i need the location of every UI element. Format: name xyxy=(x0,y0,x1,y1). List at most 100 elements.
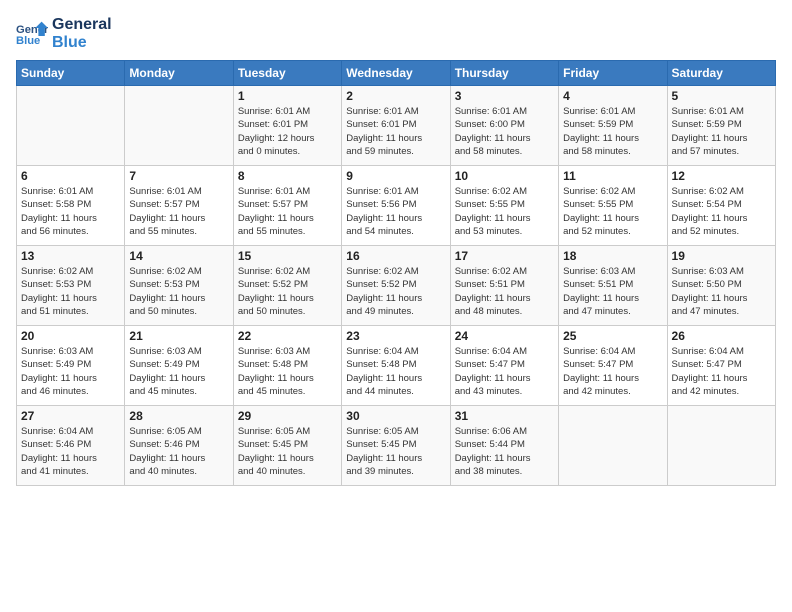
day-number: 27 xyxy=(21,409,120,423)
day-number: 18 xyxy=(563,249,662,263)
day-info: Sunrise: 6:04 AM Sunset: 5:47 PM Dayligh… xyxy=(563,345,662,398)
day-info: Sunrise: 6:02 AM Sunset: 5:53 PM Dayligh… xyxy=(129,265,228,318)
day-cell: 5 Sunrise: 6:01 AM Sunset: 5:59 PM Daylig… xyxy=(667,86,775,166)
day-info: Sunrise: 6:03 AM Sunset: 5:50 PM Dayligh… xyxy=(672,265,771,318)
day-info: Sunrise: 6:01 AM Sunset: 6:01 PM Dayligh… xyxy=(238,105,337,158)
day-number: 23 xyxy=(346,329,445,343)
calendar-body: 1 Sunrise: 6:01 AM Sunset: 6:01 PM Daylig… xyxy=(17,86,776,486)
day-info: Sunrise: 6:03 AM Sunset: 5:48 PM Dayligh… xyxy=(238,345,337,398)
day-cell: 26 Sunrise: 6:04 AM Sunset: 5:47 PM Dayli… xyxy=(667,326,775,406)
day-info: Sunrise: 6:02 AM Sunset: 5:51 PM Dayligh… xyxy=(455,265,554,318)
week-row-3: 13 Sunrise: 6:02 AM Sunset: 5:53 PM Dayli… xyxy=(17,246,776,326)
day-info: Sunrise: 6:03 AM Sunset: 5:51 PM Dayligh… xyxy=(563,265,662,318)
day-info: Sunrise: 6:02 AM Sunset: 5:53 PM Dayligh… xyxy=(21,265,120,318)
day-info: Sunrise: 6:01 AM Sunset: 6:00 PM Dayligh… xyxy=(455,105,554,158)
day-cell: 29 Sunrise: 6:05 AM Sunset: 5:45 PM Dayli… xyxy=(233,406,341,486)
day-number: 16 xyxy=(346,249,445,263)
col-header-thursday: Thursday xyxy=(450,61,558,86)
day-cell: 21 Sunrise: 6:03 AM Sunset: 5:49 PM Dayli… xyxy=(125,326,233,406)
day-number: 2 xyxy=(346,89,445,103)
day-number: 6 xyxy=(21,169,120,183)
day-info: Sunrise: 6:04 AM Sunset: 5:46 PM Dayligh… xyxy=(21,425,120,478)
day-cell: 7Sunrise: 6:01 AM Sunset: 5:57 PM Daylig… xyxy=(125,166,233,246)
day-number: 1 xyxy=(238,89,337,103)
day-info: Sunrise: 6:04 AM Sunset: 5:48 PM Dayligh… xyxy=(346,345,445,398)
day-cell: 15 Sunrise: 6:02 AM Sunset: 5:52 PM Dayli… xyxy=(233,246,341,326)
day-info: Sunrise: 6:01 AM Sunset: 5:57 PM Dayligh… xyxy=(238,185,337,238)
day-cell xyxy=(125,86,233,166)
day-number: 24 xyxy=(455,329,554,343)
day-cell: 27 Sunrise: 6:04 AM Sunset: 5:46 PM Dayli… xyxy=(17,406,125,486)
day-cell: 10 Sunrise: 6:02 AM Sunset: 5:55 PM Dayli… xyxy=(450,166,558,246)
day-number: 13 xyxy=(21,249,120,263)
day-cell: 25Sunrise: 6:04 AM Sunset: 5:47 PM Dayli… xyxy=(559,326,667,406)
day-cell: 17 Sunrise: 6:02 AM Sunset: 5:51 PM Dayli… xyxy=(450,246,558,326)
day-number: 15 xyxy=(238,249,337,263)
day-info: Sunrise: 6:03 AM Sunset: 5:49 PM Dayligh… xyxy=(21,345,120,398)
day-info: Sunrise: 6:02 AM Sunset: 5:52 PM Dayligh… xyxy=(238,265,337,318)
day-cell: 14 Sunrise: 6:02 AM Sunset: 5:53 PM Dayli… xyxy=(125,246,233,326)
day-cell: 30 Sunrise: 6:05 AM Sunset: 5:45 PM Dayli… xyxy=(342,406,450,486)
day-number: 11 xyxy=(563,169,662,183)
day-number: 8 xyxy=(238,169,337,183)
col-header-monday: Monday xyxy=(125,61,233,86)
day-info: Sunrise: 6:03 AM Sunset: 5:49 PM Dayligh… xyxy=(129,345,228,398)
day-cell: 23 Sunrise: 6:04 AM Sunset: 5:48 PM Dayli… xyxy=(342,326,450,406)
day-info: Sunrise: 6:02 AM Sunset: 5:55 PM Dayligh… xyxy=(563,185,662,238)
day-number: 5 xyxy=(672,89,771,103)
day-cell xyxy=(17,86,125,166)
col-header-wednesday: Wednesday xyxy=(342,61,450,86)
day-cell: 12 Sunrise: 6:02 AM Sunset: 5:54 PM Dayli… xyxy=(667,166,775,246)
day-number: 4 xyxy=(563,89,662,103)
col-header-sunday: Sunday xyxy=(17,61,125,86)
col-header-tuesday: Tuesday xyxy=(233,61,341,86)
day-info: Sunrise: 6:04 AM Sunset: 5:47 PM Dayligh… xyxy=(455,345,554,398)
day-number: 3 xyxy=(455,89,554,103)
day-cell: 22 Sunrise: 6:03 AM Sunset: 5:48 PM Dayli… xyxy=(233,326,341,406)
day-cell: 28Sunrise: 6:05 AM Sunset: 5:46 PM Dayli… xyxy=(125,406,233,486)
day-info: Sunrise: 6:01 AM Sunset: 5:56 PM Dayligh… xyxy=(346,185,445,238)
logo-text: GeneralBlue xyxy=(52,16,112,52)
day-info: Sunrise: 6:05 AM Sunset: 5:45 PM Dayligh… xyxy=(346,425,445,478)
day-cell: 19 Sunrise: 6:03 AM Sunset: 5:50 PM Dayli… xyxy=(667,246,775,326)
day-info: Sunrise: 6:01 AM Sunset: 5:59 PM Dayligh… xyxy=(672,105,771,158)
day-number: 14 xyxy=(129,249,228,263)
logo: General Blue GeneralBlue xyxy=(16,16,112,52)
week-row-5: 27 Sunrise: 6:04 AM Sunset: 5:46 PM Dayli… xyxy=(17,406,776,486)
day-number: 17 xyxy=(455,249,554,263)
day-number: 22 xyxy=(238,329,337,343)
day-info: Sunrise: 6:05 AM Sunset: 5:45 PM Dayligh… xyxy=(238,425,337,478)
day-number: 21 xyxy=(129,329,228,343)
logo-icon: General Blue xyxy=(16,20,48,48)
col-header-friday: Friday xyxy=(559,61,667,86)
day-cell: 18 Sunrise: 6:03 AM Sunset: 5:51 PM Dayli… xyxy=(559,246,667,326)
day-info: Sunrise: 6:05 AM Sunset: 5:46 PM Dayligh… xyxy=(129,425,228,478)
day-number: 29 xyxy=(238,409,337,423)
day-number: 19 xyxy=(672,249,771,263)
day-number: 12 xyxy=(672,169,771,183)
day-number: 30 xyxy=(346,409,445,423)
day-number: 10 xyxy=(455,169,554,183)
col-header-saturday: Saturday xyxy=(667,61,775,86)
calendar-header: SundayMondayTuesdayWednesdayThursdayFrid… xyxy=(17,61,776,86)
day-info: Sunrise: 6:01 AM Sunset: 6:01 PM Dayligh… xyxy=(346,105,445,158)
week-row-2: 6 Sunrise: 6:01 AM Sunset: 5:58 PM Daylig… xyxy=(17,166,776,246)
day-info: Sunrise: 6:04 AM Sunset: 5:47 PM Dayligh… xyxy=(672,345,771,398)
day-cell: 2 Sunrise: 6:01 AM Sunset: 6:01 PM Daylig… xyxy=(342,86,450,166)
header-row: SundayMondayTuesdayWednesdayThursdayFrid… xyxy=(17,61,776,86)
day-cell: 1 Sunrise: 6:01 AM Sunset: 6:01 PM Daylig… xyxy=(233,86,341,166)
svg-text:Blue: Blue xyxy=(16,35,40,47)
day-cell: 6 Sunrise: 6:01 AM Sunset: 5:58 PM Daylig… xyxy=(17,166,125,246)
day-info: Sunrise: 6:02 AM Sunset: 5:55 PM Dayligh… xyxy=(455,185,554,238)
day-number: 7 xyxy=(129,169,228,183)
day-number: 20 xyxy=(21,329,120,343)
day-number: 31 xyxy=(455,409,554,423)
calendar-table: SundayMondayTuesdayWednesdayThursdayFrid… xyxy=(16,60,776,486)
day-cell: 11 Sunrise: 6:02 AM Sunset: 5:55 PM Dayli… xyxy=(559,166,667,246)
day-cell: 4Sunrise: 6:01 AM Sunset: 5:59 PM Daylig… xyxy=(559,86,667,166)
day-info: Sunrise: 6:01 AM Sunset: 5:58 PM Dayligh… xyxy=(21,185,120,238)
day-cell xyxy=(559,406,667,486)
day-number: 26 xyxy=(672,329,771,343)
day-cell: 16Sunrise: 6:02 AM Sunset: 5:52 PM Dayli… xyxy=(342,246,450,326)
day-info: Sunrise: 6:02 AM Sunset: 5:54 PM Dayligh… xyxy=(672,185,771,238)
